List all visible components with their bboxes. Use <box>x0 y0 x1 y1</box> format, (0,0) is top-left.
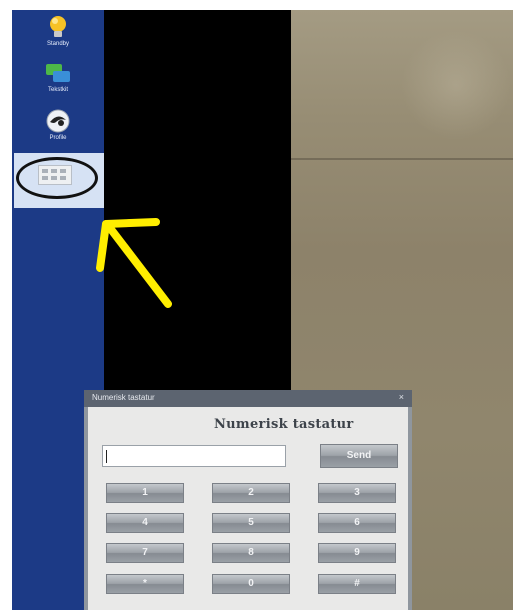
highlight-oval <box>16 157 98 199</box>
sidebar-item-label: Standby <box>46 41 70 47</box>
key-1-button[interactable]: 1 <box>106 483 184 503</box>
key-4-button[interactable]: 4 <box>106 513 184 533</box>
key-9-button[interactable]: 9 <box>318 543 396 563</box>
send-button[interactable]: Send <box>320 444 398 468</box>
key-hash-button[interactable]: # <box>318 574 396 594</box>
key-7-button[interactable]: 7 <box>106 543 184 563</box>
key-8-button[interactable]: 8 <box>212 543 290 563</box>
dialog-heading: Numerisk tastatur <box>214 417 354 432</box>
logo-icon <box>46 109 70 133</box>
sidebar-item-label: Tekstkit <box>47 87 68 93</box>
sidebar-item-profile[interactable]: Profile <box>12 108 104 141</box>
key-2-button[interactable]: 2 <box>212 483 290 503</box>
key-0-button[interactable]: 0 <box>212 574 290 594</box>
sidebar-item-label: Profile <box>49 135 67 141</box>
sidebar-item-standby[interactable]: Standby <box>12 14 104 47</box>
pointer-arrow-icon <box>96 218 172 308</box>
key-star-button[interactable]: * <box>106 574 184 594</box>
dialog-body: Numerisk tastatur Send 1 2 3 4 5 6 7 8 9… <box>88 407 408 610</box>
chat-icon <box>46 64 70 82</box>
dialog-title: Numerisk tastatur <box>92 393 155 402</box>
numeric-keypad-dialog: Numerisk tastatur × Numerisk tastatur Se… <box>84 390 412 610</box>
dialog-title-bar: Numerisk tastatur × <box>84 390 412 407</box>
key-6-button[interactable]: 6 <box>318 513 396 533</box>
number-input[interactable] <box>102 445 286 467</box>
close-icon[interactable]: × <box>399 392 404 402</box>
lightbulb-icon <box>50 16 66 37</box>
key-3-button[interactable]: 3 <box>318 483 396 503</box>
sidebar-item-tekstkit[interactable]: Tekstkit <box>12 62 104 93</box>
key-5-button[interactable]: 5 <box>212 513 290 533</box>
